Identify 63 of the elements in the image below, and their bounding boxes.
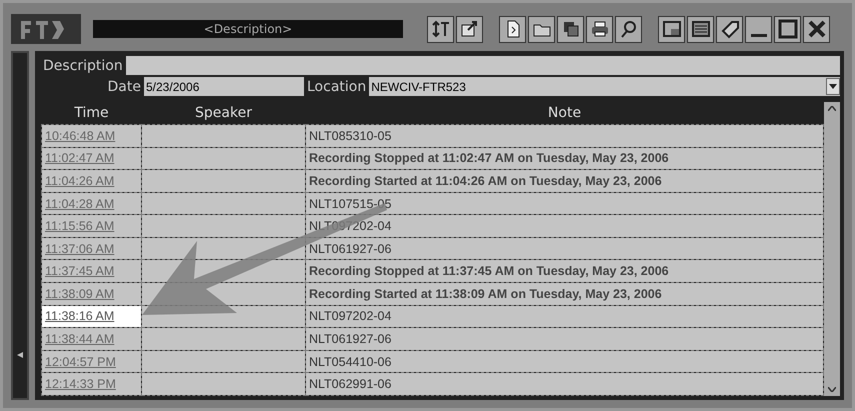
export-icon <box>460 19 480 39</box>
close-icon <box>806 19 826 39</box>
toolbar-button[interactable] <box>586 16 613 42</box>
list-icon <box>690 19 710 39</box>
column-header[interactable]: Speaker <box>142 102 306 124</box>
toolbar-button[interactable] <box>716 16 743 42</box>
note-cell: Recording Started at 11:38:09 AM on Tuesday, May 23, 2006 <box>306 282 824 306</box>
search-icon <box>618 19 638 39</box>
date-label: Date <box>106 78 142 94</box>
printer-icon <box>590 19 610 39</box>
time-link[interactable]: 12:14:33 PM <box>42 372 142 396</box>
close-button[interactable] <box>803 16 830 42</box>
column-header[interactable]: Time <box>42 102 142 124</box>
time-link[interactable]: 11:02:47 AM <box>42 147 142 170</box>
maximize-icon <box>778 19 798 39</box>
maximize-button[interactable] <box>774 16 801 42</box>
toolbar-button[interactable] <box>557 16 584 42</box>
time-link[interactable]: 11:38:09 AM <box>42 282 142 306</box>
column-header[interactable]: Note <box>306 102 824 124</box>
time-link[interactable]: 11:04:26 AM <box>42 170 142 192</box>
time-link[interactable]: 12:04:57 PM <box>42 350 142 373</box>
time-link[interactable]: 11:37:45 AM <box>42 260 142 283</box>
note-cell: Recording Stopped at 11:02:47 AM on Tuesday, May 23, 2006 <box>306 147 824 170</box>
note-cell: NLT062991-06 <box>306 372 824 396</box>
note-cell: NLT061927-06 <box>306 328 824 350</box>
time-link[interactable]: 11:04:28 AM <box>42 192 142 215</box>
toolbar-button[interactable] <box>615 16 642 42</box>
toolbar-button[interactable] <box>528 16 555 42</box>
scroll-up-icon[interactable] <box>828 106 836 111</box>
toolbar-button[interactable] <box>456 16 483 42</box>
scrollbar[interactable] <box>824 102 840 396</box>
minimize-icon <box>750 34 766 36</box>
toolbar-button[interactable] <box>427 16 454 42</box>
minimize-button[interactable] <box>745 16 772 42</box>
note-cell: NLT107515-05 <box>306 192 824 215</box>
time-link[interactable]: 11:38:16 AM <box>42 305 142 328</box>
note-cell: NLT061927-06 <box>306 237 824 260</box>
sort-icon <box>430 19 450 39</box>
dropdown-icon[interactable] <box>826 78 840 95</box>
note-cell: Recording Started at 11:04:26 AM on Tuesday, May 23, 2006 <box>306 170 824 192</box>
description-label: Description <box>42 58 124 74</box>
toolbar-button[interactable] <box>687 16 714 42</box>
note-cell: NLT054410-06 <box>306 350 824 373</box>
location-dropdown[interactable]: NEWCIV-FTR523 <box>369 77 840 96</box>
note-cell: NLT097202-04 <box>306 305 824 328</box>
time-link[interactable]: 10:46:48 AM <box>42 124 142 148</box>
toolbar-button[interactable] <box>658 16 685 42</box>
note-cell: NLT097202-04 <box>306 214 824 238</box>
note-cell: Recording Stopped at 11:37:45 AM on Tuesday, May 23, 2006 <box>306 260 824 283</box>
marker-icon[interactable] <box>17 352 23 358</box>
date-field[interactable]: 5/23/2006 <box>144 77 304 96</box>
scroll-down-icon[interactable] <box>828 387 836 392</box>
note-cell: NLT085310-05 <box>306 124 824 148</box>
logo-icon <box>11 14 81 44</box>
time-link[interactable]: 11:15:56 AM <box>42 214 142 238</box>
description-input[interactable] <box>126 56 840 75</box>
time-link[interactable]: 11:37:06 AM <box>42 237 142 260</box>
toolbar-button[interactable] <box>499 16 526 42</box>
tag-icon <box>720 19 740 39</box>
description-field[interactable]: <Description> <box>93 20 403 38</box>
window-icon <box>662 19 682 39</box>
time-link[interactable]: 11:38:44 AM <box>42 328 142 350</box>
location-label: Location <box>306 78 368 94</box>
